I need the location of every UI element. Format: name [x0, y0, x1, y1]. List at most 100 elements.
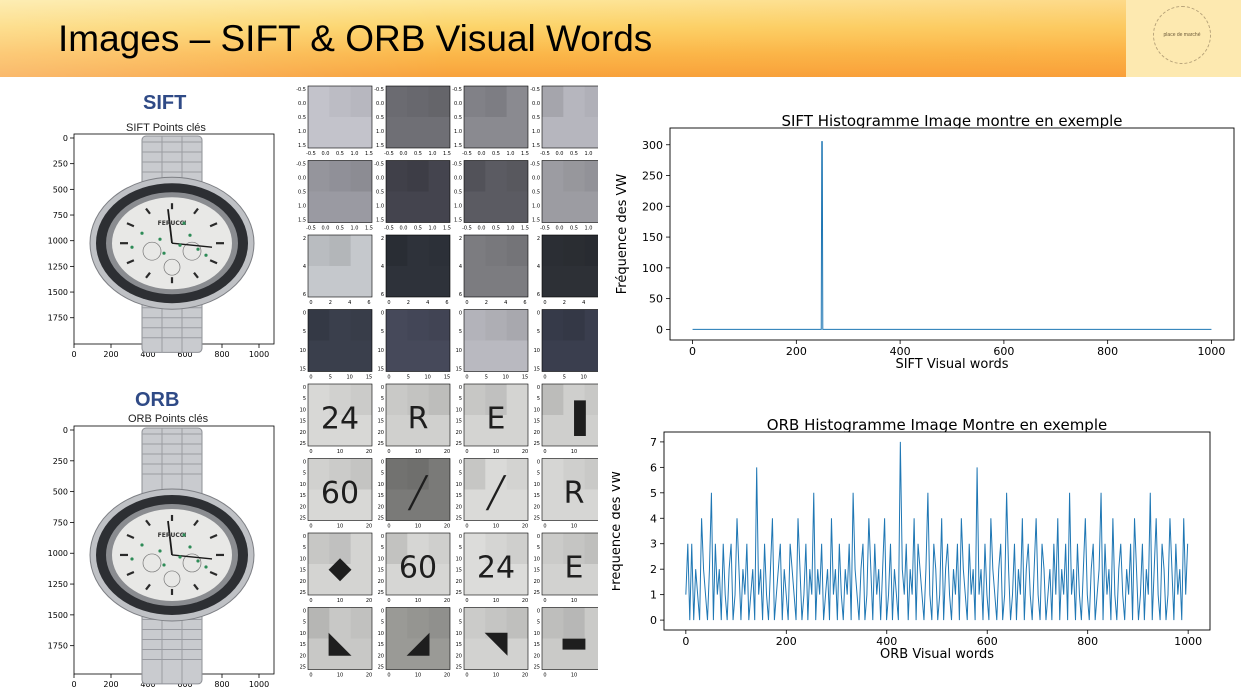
patch-y-tick: 20: [534, 579, 540, 585]
patch-y-tick: 15: [534, 642, 540, 648]
orb-section-label: ORB: [135, 389, 180, 411]
patch-y-tick: 15: [378, 419, 384, 425]
patch-x-tick: 10: [493, 673, 499, 679]
y-tick-label: 750: [53, 211, 68, 220]
patch-y-tick: 1.5: [532, 143, 540, 149]
patch-shade: [407, 235, 428, 266]
y-axis-label: Fréquence des VW: [615, 174, 630, 295]
patch-y-tick: 20: [378, 430, 384, 436]
patch-shade: [407, 160, 429, 192]
patch-y-tick: 5: [381, 545, 384, 551]
x-tick-label: 1000: [249, 350, 269, 359]
patch-y-tick: 10: [456, 482, 462, 488]
patch-x-tick: 1.0: [585, 226, 593, 232]
patch-x-tick: 1.5: [365, 151, 373, 157]
patch-shade: [485, 235, 506, 266]
patch-x-tick: 0.0: [322, 151, 330, 157]
patch-shade: [464, 235, 485, 266]
patch-x-tick: 0: [387, 673, 390, 679]
y-tick-label: 150: [642, 231, 663, 244]
patch-y-tick: 4: [381, 264, 384, 270]
patch-y-tick: 25: [534, 441, 540, 447]
patch-x-tick: 0: [387, 449, 390, 455]
patch-glyph: ◢: [406, 625, 429, 660]
watch-brand-text: FERUCCI: [158, 220, 187, 227]
y-tick-label: 1500: [48, 288, 68, 297]
patch-y-tick: 5: [381, 471, 384, 477]
patch-y-tick: 10: [300, 631, 306, 637]
patch-y-tick: 0.0: [454, 101, 462, 107]
patch-x-tick: 20: [522, 524, 528, 530]
patch-y-tick: 5: [537, 471, 540, 477]
patch-glyph: R: [564, 476, 585, 511]
y-tick-label: 4: [650, 512, 657, 525]
y-tick-label: 300: [642, 139, 663, 152]
patch-shade: [464, 86, 486, 117]
x-tick-label: 200: [103, 350, 118, 359]
patch-y-tick: 0.5: [454, 190, 462, 196]
patch-x-tick: 1.0: [585, 151, 593, 157]
patch-y-tick: 25: [300, 441, 306, 447]
patch-shade: [585, 310, 598, 341]
patch-y-tick: 15: [456, 493, 462, 499]
keypoint-marker: [130, 245, 134, 249]
y-tick-label: 1250: [48, 262, 68, 271]
keypoint-marker: [178, 555, 182, 559]
patch-x-tick: 5: [485, 375, 488, 381]
patch-x-tick: 10: [580, 375, 586, 381]
patch-x-tick: 10: [415, 673, 421, 679]
patch-y-tick: 25: [300, 665, 306, 671]
patch-x-tick: 0.5: [414, 151, 422, 157]
patch-shade: [485, 309, 507, 341]
patch-x-tick: 0.5: [414, 226, 422, 232]
patch-shade: [542, 161, 563, 192]
patch-y-tick: 0: [459, 385, 462, 391]
keypoint-marker: [204, 565, 208, 569]
x-tick-label: 0: [71, 680, 76, 689]
patch-glyph: ▬: [560, 625, 588, 660]
patch-glyph: 24: [321, 402, 359, 437]
patch-x-tick: 0.5: [492, 226, 500, 232]
patch-x-tick: 0.0: [478, 226, 486, 232]
patch-y-tick: 0.5: [376, 190, 384, 196]
patch-x-tick: 1.5: [443, 151, 451, 157]
patch-x-tick: 0: [309, 449, 312, 455]
x-axis-label: SIFT Visual words: [895, 357, 1008, 370]
patch-y-tick: 20: [378, 653, 384, 659]
patch-shade: [507, 86, 528, 117]
patch-y-tick: 0: [303, 311, 306, 317]
patch-x-tick: 1.0: [507, 226, 515, 232]
orb-histogram-chart: ORB Histogramme Image Montre en exemple 0…: [612, 416, 1211, 662]
patch-y-tick: 15: [300, 493, 306, 499]
patch-y-tick: -0.5: [374, 162, 384, 168]
patch-y-tick: 10: [378, 482, 384, 488]
patch-shade: [386, 384, 407, 415]
patch-x-tick: 0: [465, 673, 468, 679]
patch-x-tick: -0.5: [462, 151, 472, 157]
patch-y-tick: 0: [537, 460, 540, 466]
patch-y-tick: 0.5: [298, 115, 306, 121]
patch-x-tick: 1.5: [365, 226, 373, 232]
patch-shade: [464, 384, 486, 415]
x-tick-label: 800: [1097, 345, 1118, 358]
patch-y-tick: 1.0: [454, 129, 462, 135]
patch-y-tick: -0.5: [374, 87, 384, 93]
patch-x-tick: 1.5: [521, 151, 529, 157]
patch-y-tick: 0: [303, 609, 306, 615]
patch-y-tick: 25: [456, 590, 462, 596]
patch-shade: [407, 86, 429, 117]
patch-shade: [464, 458, 486, 490]
watch-brand-text: FERUCCI: [158, 532, 187, 539]
watch-strap-top: [141, 427, 203, 498]
patch-x-tick: 5: [563, 375, 566, 381]
patch-x-tick: 0.5: [492, 151, 500, 157]
patch-y-tick: 1.0: [532, 204, 540, 210]
patch-y-tick: 10: [534, 348, 540, 354]
patch-shade: [308, 309, 330, 341]
patch-shade: [407, 310, 428, 341]
patch-y-tick: 20: [456, 430, 462, 436]
patch-glyph: 60: [321, 476, 359, 511]
patch-x-tick: -0.5: [462, 226, 472, 232]
y-tick-label: 1750: [48, 314, 68, 323]
keypoint-marker: [140, 231, 144, 235]
